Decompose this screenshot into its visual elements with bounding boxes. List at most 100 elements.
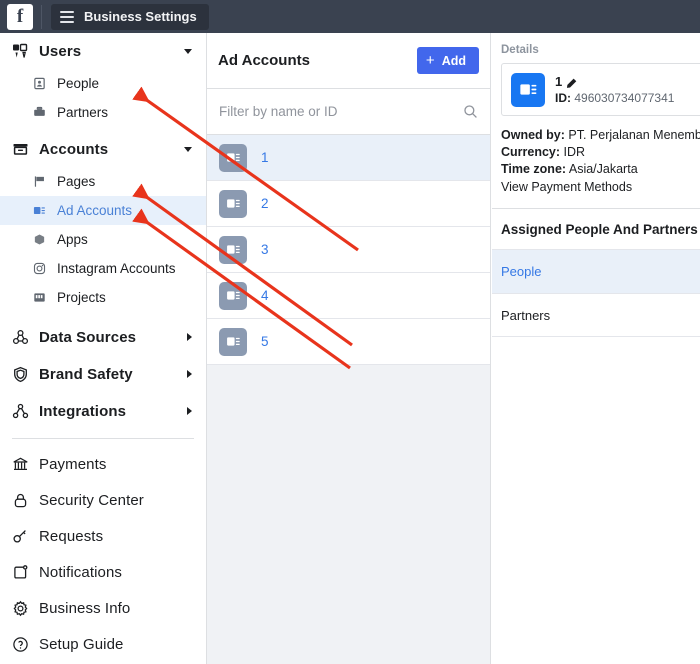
top-bar: f Business Settings <box>0 0 700 33</box>
page-title: Ad Accounts <box>218 52 417 69</box>
ad-accounts-list: 1 2 <box>207 135 490 365</box>
sidebar-group-data-sources[interactable]: Data Sources <box>0 319 206 355</box>
sidebar-item-label: Business Info <box>39 600 130 617</box>
account-summary-card: 1 ID: 496030734077341 <box>501 63 700 116</box>
shield-icon <box>9 366 31 383</box>
details-section-label: Details <box>492 33 700 63</box>
list-item-label: 1 <box>261 150 269 165</box>
id-value: 496030734077341 <box>574 91 674 105</box>
sidebar-group-integrations[interactable]: Integrations <box>0 393 206 429</box>
sidebar-item-business-info[interactable]: Business Info <box>0 590 206 626</box>
owned-by-label: Owned by: <box>501 128 565 142</box>
ad-account-icon <box>219 282 247 310</box>
list-item[interactable]: 2 <box>207 181 490 227</box>
sidebar-divider <box>12 438 194 439</box>
lock-icon <box>9 492 31 509</box>
sidebar-item-label: Instagram Accounts <box>57 261 176 276</box>
owned-by-row: Owned by: PT. Perjalanan Menembus G <box>501 127 700 144</box>
list-item[interactable]: 3 <box>207 227 490 273</box>
sidebar-item-label: Partners <box>57 105 108 120</box>
pencil-icon[interactable] <box>566 76 578 88</box>
key-icon <box>9 528 31 545</box>
chevron-down-icon[interactable] <box>184 49 192 54</box>
chevron-down-icon[interactable] <box>184 147 192 152</box>
filter-row[interactable]: Filter by name or ID <box>207 89 490 135</box>
sidebar-item-instagram-accounts[interactable]: Instagram Accounts <box>0 254 206 283</box>
ad-account-icon <box>219 328 247 356</box>
list-item[interactable]: 5 <box>207 319 490 365</box>
sidebar-group-brand-safety[interactable]: Brand Safety <box>0 356 206 392</box>
business-settings-menu-button[interactable]: Business Settings <box>51 4 209 30</box>
sidebar-item-payments[interactable]: Payments <box>0 446 206 482</box>
briefcase-icon <box>30 106 48 119</box>
list-item-label: 3 <box>261 242 269 257</box>
chevron-right-icon[interactable] <box>187 370 192 378</box>
list-item-label: 4 <box>261 288 269 303</box>
list-item-label: 5 <box>261 334 269 349</box>
sidebar-item-security-center[interactable]: Security Center <box>0 482 206 518</box>
sidebar-item-notifications[interactable]: Notifications <box>0 554 206 590</box>
add-button-label: Add <box>442 54 466 68</box>
sidebar-group-label: Brand Safety <box>39 366 133 383</box>
sidebar-item-label: Security Center <box>39 492 144 509</box>
sidebar-item-label: Payments <box>39 456 107 473</box>
sidebar-item-apps[interactable]: Apps <box>0 225 206 254</box>
account-name: 1 <box>555 74 562 89</box>
timezone-row: Time zone: Asia/Jakarta <box>501 161 700 178</box>
data-sources-icon <box>9 329 31 346</box>
currency-row: Currency: IDR <box>501 144 700 161</box>
sidebar-group-label: Integrations <box>39 403 126 420</box>
assigned-tab-partners[interactable]: Partners <box>492 293 700 337</box>
sidebar-item-setup-guide[interactable]: Setup Guide <box>0 626 206 662</box>
sidebar-item-label: Projects <box>57 290 106 305</box>
account-meta: Owned by: PT. Perjalanan Menembus G Curr… <box>492 116 700 196</box>
owned-by-value: PT. Perjalanan Menembus G <box>568 128 700 142</box>
question-circle-icon <box>9 636 31 653</box>
ad-accounts-header: Ad Accounts + Add <box>207 33 490 89</box>
sidebar-item-ad-accounts[interactable]: Ad Accounts <box>0 196 206 225</box>
timezone-value: Asia/Jakarta <box>569 162 638 176</box>
list-item[interactable]: 4 <box>207 273 490 319</box>
assigned-people-partners-title: Assigned People And Partners <box>492 209 700 249</box>
person-icon <box>30 77 48 90</box>
topbar-divider <box>41 5 42 29</box>
list-item[interactable]: 1 <box>207 135 490 181</box>
sidebar-item-pages[interactable]: Pages <box>0 167 206 196</box>
bell-icon <box>9 564 31 581</box>
add-button[interactable]: + Add <box>417 47 479 74</box>
ad-account-icon <box>30 204 48 217</box>
sidebar-item-label: Notifications <box>39 564 122 581</box>
sidebar-item-label: Apps <box>57 232 88 247</box>
sidebar-group-label: Users <box>39 43 81 60</box>
chevron-right-icon[interactable] <box>187 333 192 341</box>
sidebar-group-accounts[interactable]: Accounts <box>0 131 206 167</box>
cube-icon <box>30 233 48 246</box>
assigned-tab-people[interactable]: People <box>492 249 700 293</box>
facebook-logo-icon[interactable]: f <box>7 4 33 30</box>
business-settings-label: Business Settings <box>84 9 197 24</box>
sidebar-item-label: Ad Accounts <box>57 203 132 218</box>
filter-input-placeholder[interactable]: Filter by name or ID <box>219 104 463 119</box>
sidebar-item-people[interactable]: People <box>0 69 206 98</box>
sidebar-group-users[interactable]: Users <box>0 33 206 69</box>
sidebar-item-projects[interactable]: Projects <box>0 283 206 312</box>
sidebar-item-label: Pages <box>57 174 95 189</box>
sidebar[interactable]: Users People Partners <box>0 33 207 664</box>
projects-icon <box>30 291 48 304</box>
archive-icon <box>9 141 31 158</box>
sidebar-item-requests[interactable]: Requests <box>0 518 206 554</box>
gear-icon <box>9 600 31 617</box>
sidebar-group-label: Data Sources <box>39 329 136 346</box>
ad-account-icon <box>511 73 545 107</box>
hamburger-icon <box>60 11 74 23</box>
integrations-icon <box>9 403 31 420</box>
list-item-label: 2 <box>261 196 269 211</box>
plus-icon: + <box>426 53 435 68</box>
sidebar-item-partners[interactable]: Partners <box>0 98 206 127</box>
instagram-icon <box>30 262 48 275</box>
ad-accounts-column: Ad Accounts + Add Filter by name or ID <box>207 33 491 664</box>
details-panel: Details 1 <box>492 33 700 664</box>
search-icon[interactable] <box>463 104 478 119</box>
chevron-right-icon[interactable] <box>187 407 192 415</box>
view-payment-methods-link[interactable]: View Payment Methods <box>501 179 700 196</box>
